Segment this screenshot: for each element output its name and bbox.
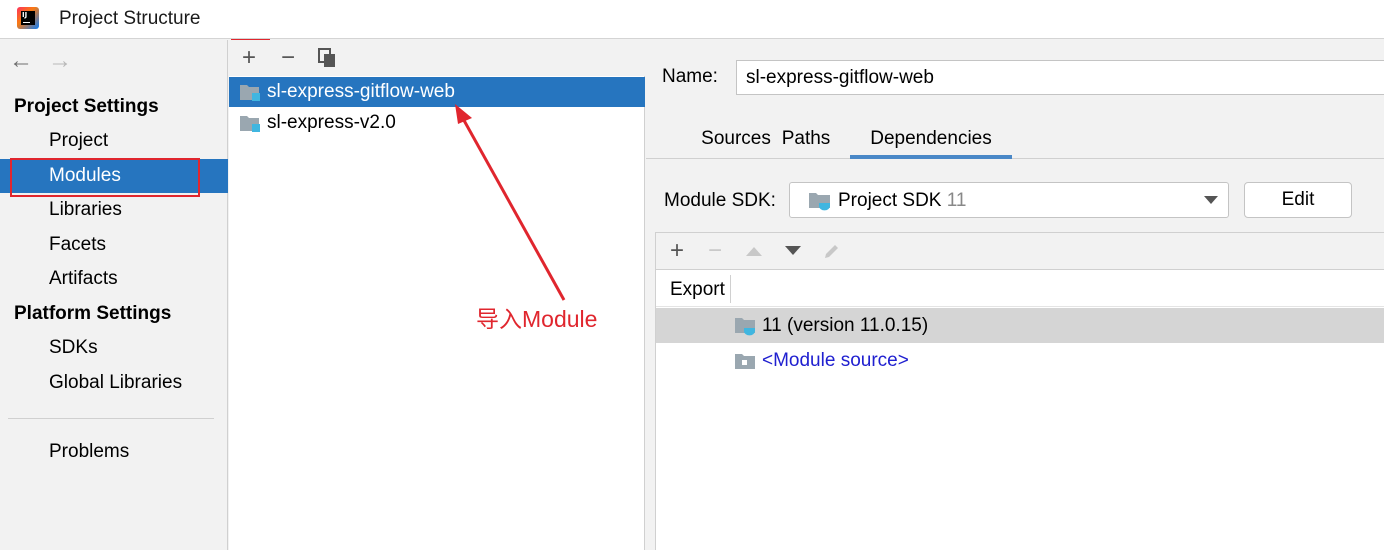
export-column-header[interactable]: Export: [670, 279, 725, 301]
remove-dependency-button[interactable]: −: [700, 236, 730, 266]
copy-module-button[interactable]: [311, 42, 343, 74]
module-folder-icon: [240, 116, 260, 132]
sdk-name: Project SDK: [838, 190, 942, 211]
module-name: sl-express-gitflow-web: [267, 81, 455, 102]
nav-item-global-libraries[interactable]: Global Libraries: [0, 366, 228, 400]
nav-item-facets[interactable]: Facets: [0, 228, 228, 262]
nav-item-project[interactable]: Project: [0, 124, 228, 158]
name-label: Name:: [662, 66, 718, 87]
edit-dependency-button[interactable]: [817, 236, 847, 266]
move-up-button[interactable]: [739, 236, 769, 266]
dependency-row-module-source[interactable]: <Module source>: [656, 343, 1384, 378]
chevron-down-icon: [1204, 196, 1218, 204]
edit-sdk-button[interactable]: Edit: [1244, 182, 1352, 218]
nav-item-artifacts[interactable]: Artifacts: [0, 262, 228, 296]
module-list-panel: + − sl-express-gitflow-web sl-express-v2…: [229, 40, 645, 550]
pencil-icon: [825, 245, 838, 258]
jdk-folder-icon: [735, 318, 755, 336]
copy-icon: [318, 48, 335, 67]
annotation-label: 导入Module: [476, 306, 598, 332]
column-separator: [730, 275, 731, 303]
project-settings-header: Project Settings: [14, 96, 159, 117]
sdk-version: 11: [946, 190, 967, 211]
nav-item-sdks[interactable]: SDKs: [0, 331, 228, 365]
nav-divider: [8, 418, 214, 419]
platform-settings-header: Platform Settings: [14, 303, 172, 324]
module-name: sl-express-v2.0: [267, 112, 396, 133]
nav-item-problems[interactable]: Problems: [0, 435, 228, 469]
move-down-button[interactable]: [778, 236, 808, 266]
module-folder-icon: [240, 85, 260, 101]
window-title: Project Structure: [59, 8, 201, 29]
dependencies-table: + − Export 11 (version 11.0.15) <Module …: [655, 232, 1384, 550]
remove-module-button[interactable]: −: [272, 42, 304, 74]
modules-highlight-box: [10, 158, 200, 197]
arrow-up-icon: [746, 247, 762, 256]
dependencies-toolbar: + −: [656, 233, 1384, 270]
module-sdk-dropdown[interactable]: Project SDK 11: [789, 182, 1229, 218]
dependency-name: 11 (version 11.0.15): [762, 315, 929, 336]
dependencies-header: Export: [656, 271, 1384, 307]
add-module-button[interactable]: +: [233, 42, 265, 74]
module-details-panel: Name: sl-express-gitflow-web Sources Pat…: [646, 40, 1384, 550]
module-sdk-label: Module SDK:: [664, 190, 776, 211]
nav-item-libraries[interactable]: Libraries: [0, 193, 228, 227]
tab-paths[interactable]: Paths: [766, 120, 846, 159]
add-dependency-button[interactable]: +: [662, 236, 692, 266]
module-name-field[interactable]: sl-express-gitflow-web: [736, 60, 1384, 95]
module-tabs: Sources Paths Dependencies: [646, 120, 1384, 159]
forward-arrow-icon[interactable]: →: [48, 48, 72, 74]
back-arrow-icon[interactable]: ←: [9, 48, 33, 74]
title-bar: IJ Project Structure: [0, 0, 1384, 39]
intellij-logo-icon: IJ: [17, 7, 39, 29]
module-list-toolbar: + −: [229, 40, 645, 76]
source-folder-icon: [735, 354, 755, 369]
arrow-down-icon: [785, 246, 801, 255]
settings-navigation: ← → Project Settings Project Modules Lib…: [0, 40, 228, 550]
module-item-sl-express-v2[interactable]: sl-express-v2.0: [229, 108, 645, 138]
sdk-folder-icon: [809, 193, 830, 211]
dependency-row-jdk[interactable]: 11 (version 11.0.15): [656, 308, 1384, 343]
module-item-sl-express-gitflow-web[interactable]: sl-express-gitflow-web: [229, 77, 645, 107]
tab-dependencies[interactable]: Dependencies: [850, 120, 1012, 159]
dependency-name: <Module source>: [762, 350, 909, 371]
